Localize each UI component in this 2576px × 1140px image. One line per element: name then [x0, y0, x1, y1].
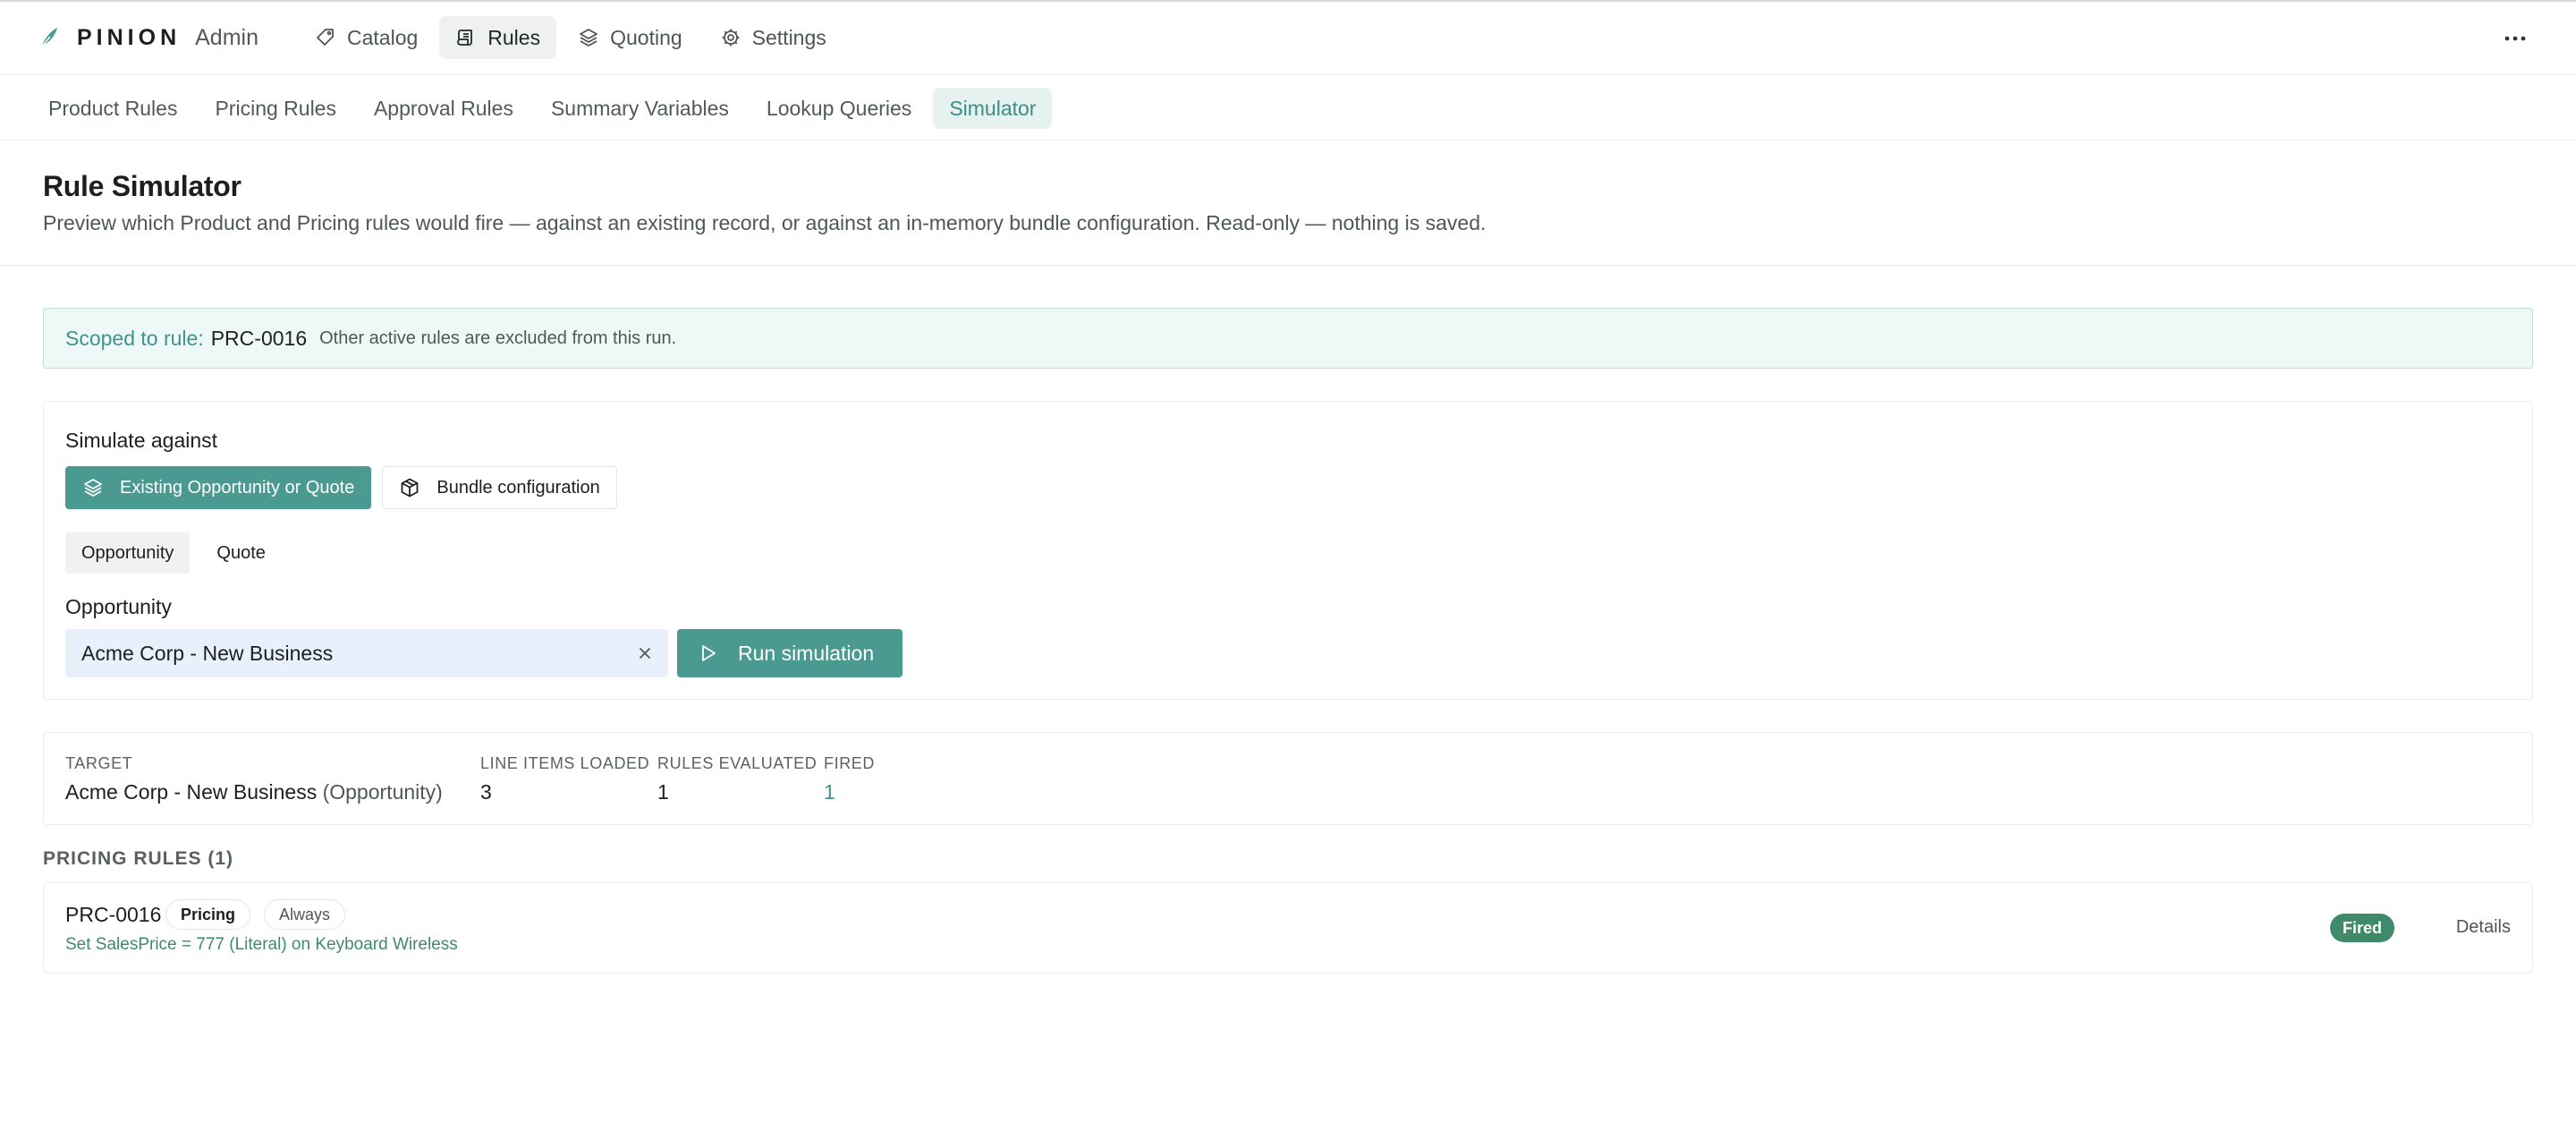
mode-label: Bundle configuration	[436, 477, 600, 498]
record-type-tabs: Opportunity Quote	[65, 532, 292, 574]
fired-label: FIRED	[824, 754, 875, 772]
scope-label: Scoped to rule:	[65, 326, 204, 350]
tab-lookup-queries[interactable]: Lookup Queries	[750, 88, 928, 129]
nav-item-label: Catalog	[347, 25, 419, 49]
rule-trigger-tag: Always	[264, 899, 346, 930]
rules-subtabs: Product Rules Pricing Rules Approval Rul…	[32, 88, 1057, 129]
simulation-summary: TARGET Acme Corp - New Business (Opportu…	[43, 732, 2533, 825]
feather-logo-icon	[40, 28, 57, 48]
tab-product-rules[interactable]: Product Rules	[32, 88, 193, 129]
target-label: TARGET	[65, 754, 133, 772]
rules-evaluated-value: 1	[657, 780, 669, 804]
nav-item-label: Rules	[487, 25, 541, 49]
fired-value: 1	[824, 780, 835, 804]
tag-icon	[317, 29, 334, 46]
close-icon[interactable]	[634, 642, 656, 664]
opportunity-input-value: Acme Corp - New Business	[81, 641, 334, 665]
rule-action: Set SalesPrice = 777 (Literal) on Keyboa…	[65, 935, 458, 954]
line-items-stat: LINE ITEMS LOADED 3	[480, 754, 649, 804]
scope-note: Other active rules are excluded from thi…	[319, 328, 677, 348]
details-link[interactable]: Details	[2456, 917, 2511, 938]
simulate-card: Simulate against Existing Opportunity or…	[43, 401, 2533, 700]
brand-name: PINION	[77, 24, 182, 50]
run-simulation-label: Run simulation	[738, 641, 875, 665]
pricing-rules-heading: PRICING RULES (1)	[43, 848, 234, 869]
target-value: Acme Corp - New Business	[65, 780, 318, 804]
run-simulation-button[interactable]: Run simulation	[677, 629, 902, 677]
target-type: (Opportunity)	[322, 780, 443, 804]
more-menu-button[interactable]	[2497, 23, 2533, 54]
record-type-quote[interactable]: Quote	[200, 532, 281, 574]
nav-item-quoting[interactable]: Quoting	[562, 16, 699, 59]
box-icon	[401, 478, 419, 498]
nav-item-catalog[interactable]: Catalog	[299, 16, 434, 59]
bundle-config-mode-button[interactable]: Bundle configuration	[382, 466, 617, 509]
nav-item-settings[interactable]: Settings	[704, 16, 843, 59]
target-stat: TARGET Acme Corp - New Business (Opportu…	[65, 754, 443, 804]
mode-label: Existing Opportunity or Quote	[120, 477, 355, 498]
nav-item-label: Quoting	[610, 25, 682, 49]
app-window: PINION Admin Catalog Rules Quoting Setti…	[0, 0, 2576, 1140]
top-nav: PINION Admin Catalog Rules Quoting Setti…	[0, 2, 2576, 75]
opportunity-field-label: Opportunity	[65, 595, 172, 618]
rules-evaluated-stat: RULES EVALUATED 1	[657, 754, 817, 804]
play-icon	[702, 645, 716, 661]
nav-item-rules[interactable]: Rules	[439, 16, 557, 59]
record-type-opportunity[interactable]: Opportunity	[65, 532, 191, 574]
page-title: Rule Simulator	[43, 170, 242, 202]
scroll-icon	[457, 30, 473, 46]
scope-banner: Scoped to rule: PRC-0016 Other active ru…	[43, 308, 2533, 369]
fired-stat: FIRED 1	[824, 754, 875, 804]
simulate-mode-group: Existing Opportunity or Quote Bundle con…	[65, 466, 628, 509]
more-horizontal-icon	[2504, 36, 2526, 41]
fired-status-badge: Fired	[2329, 914, 2394, 942]
rule-id: PRC-0016	[65, 903, 162, 926]
opportunity-input[interactable]: Acme Corp - New Business	[65, 629, 668, 677]
gear-icon	[722, 29, 740, 47]
line-items-label: LINE ITEMS LOADED	[480, 754, 650, 772]
existing-record-mode-button[interactable]: Existing Opportunity or Quote	[65, 466, 372, 509]
tab-summary-variables[interactable]: Summary Variables	[535, 88, 745, 129]
divider	[0, 265, 2576, 266]
tab-pricing-rules[interactable]: Pricing Rules	[199, 88, 352, 129]
brand-suffix: Admin	[195, 24, 258, 50]
tab-approval-rules[interactable]: Approval Rules	[358, 88, 530, 129]
line-items-value: 3	[480, 780, 492, 804]
nav-item-label: Settings	[751, 25, 826, 49]
brand[interactable]: PINION Admin	[39, 21, 258, 54]
main-nav: Catalog Rules Quoting Settings	[299, 16, 848, 59]
rule-result-row: PRC-0016 Pricing Always Set SalesPrice =…	[43, 882, 2533, 974]
rules-evaluated-label: RULES EVALUATED	[657, 754, 818, 772]
layers-icon	[580, 29, 597, 47]
layers-icon	[84, 479, 102, 497]
simulate-label: Simulate against	[65, 429, 218, 452]
target-value-line: Acme Corp - New Business (Opportunity)	[65, 780, 443, 804]
page-description: Preview which Product and Pricing rules …	[43, 211, 1487, 234]
rule-type-tag: Pricing	[165, 899, 251, 930]
tab-simulator[interactable]: Simulator	[933, 88, 1053, 129]
scope-rule-id: PRC-0016	[210, 326, 308, 350]
